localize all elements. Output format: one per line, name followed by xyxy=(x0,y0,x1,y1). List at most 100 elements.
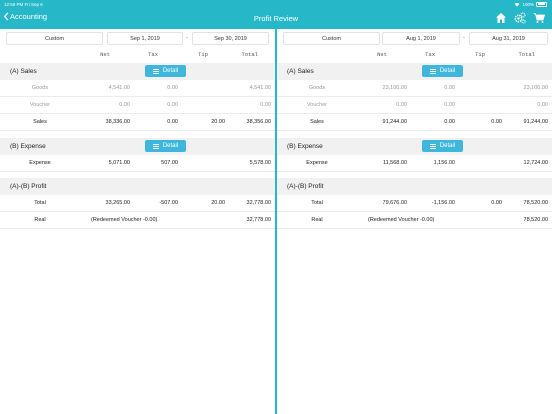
voucher-label: Voucher xyxy=(29,102,51,108)
goods-row: Goods 4,541.00 0.00 4,541.00 xyxy=(0,80,275,97)
total-label: Total xyxy=(34,200,46,206)
header-net: Net xyxy=(377,51,387,58)
real-row: Real (Redeemed Voucher -0.00) 78,520.00 xyxy=(277,212,552,229)
goods-label: Goods xyxy=(31,85,49,91)
detail-label: Detail xyxy=(439,68,456,74)
header-tip: Tip xyxy=(475,51,485,58)
expense-section-label: (B) Expense xyxy=(10,143,46,150)
sales-label: Sales xyxy=(310,119,324,125)
voucher-label: Voucher xyxy=(306,102,328,108)
list-icon xyxy=(429,68,436,74)
real-label: Real xyxy=(34,217,46,223)
list-icon xyxy=(152,68,159,74)
left-period-panel: Custom Sep 1, 2019 - Sep 30, 2019 Net Ta… xyxy=(0,29,275,414)
sales-section-label: (A) Sales xyxy=(287,68,314,75)
header-net: Net xyxy=(100,51,110,58)
redeemed-voucher-note: (Redeemed Voucher -0.00) xyxy=(368,217,435,223)
goods-total: 4,541.00 xyxy=(249,85,271,91)
voucher-row: Voucher 0.00 0.00 0.00 xyxy=(277,97,552,114)
real-label: Real xyxy=(311,217,323,223)
real-total: 32,778.00 xyxy=(246,217,271,223)
cart-icon xyxy=(533,13,546,23)
top-navigation-bar: 12:59 PM Fri Sep 6 100% Accounting Profi… xyxy=(0,0,552,29)
sales-detail-button[interactable]: Detail xyxy=(422,65,463,77)
voucher-tax: 0.00 xyxy=(444,102,455,108)
page-title: Profit Review xyxy=(253,13,299,23)
total-total: 32,778.00 xyxy=(246,200,271,206)
battery-percent: 100% xyxy=(522,1,534,7)
expense-section-header: (B) Expense Detail xyxy=(277,138,552,155)
detail-label: Detail xyxy=(162,143,179,149)
voucher-total: 0.00 xyxy=(537,102,548,108)
start-date-field[interactable]: Aug 1, 2019 xyxy=(382,32,460,45)
end-date-field[interactable]: Sep 30, 2019 xyxy=(192,32,269,45)
redeemed-voucher-note: (Redeemed Voucher -0.00) xyxy=(91,217,158,223)
expense-detail-button[interactable]: Detail xyxy=(422,140,463,152)
home-button[interactable] xyxy=(495,11,507,23)
battery-icon xyxy=(536,1,547,7)
home-icon xyxy=(496,13,506,23)
date-range-row: Custom Aug 1, 2019 - Aug 31, 2019 xyxy=(277,32,552,46)
profit-section-label: (A)-(B) Profit xyxy=(10,183,47,190)
header-tax: Tax xyxy=(148,51,158,58)
header-tip: Tip xyxy=(198,51,208,58)
gears-icon xyxy=(514,12,526,24)
list-icon xyxy=(152,143,159,149)
wifi-icon xyxy=(515,2,520,7)
goods-tax: 0.00 xyxy=(167,85,178,91)
profit-section-header: (A)-(B) Profit xyxy=(0,178,275,195)
goods-row: Goods 23,100.00 0.00 23,100.00 xyxy=(277,80,552,97)
expense-row: Expense 11,568.00 1,156.00 12,724.00 xyxy=(277,155,552,172)
status-time: 12:59 PM Fri Sep 6 xyxy=(4,2,43,7)
column-headers: Net Tax Tip Total xyxy=(0,51,275,61)
expense-tax: 507.00 xyxy=(161,160,178,166)
expense-section-header: (B) Expense Detail xyxy=(0,138,275,155)
date-range-row: Custom Sep 1, 2019 - Sep 30, 2019 xyxy=(0,32,275,46)
sales-total: 91,244.00 xyxy=(523,119,548,125)
sales-section-label: (A) Sales xyxy=(10,68,37,75)
range-mode-select[interactable]: Custom xyxy=(283,32,380,45)
profit-section-header: (A)-(B) Profit xyxy=(277,178,552,195)
expense-row: Expense 5,071.00 507.00 5,578.00 xyxy=(0,155,275,172)
range-mode-select[interactable]: Custom xyxy=(6,32,103,45)
expense-tax: 1,156.00 xyxy=(433,160,455,166)
goods-tax: 0.00 xyxy=(444,85,455,91)
goods-total: 23,100.00 xyxy=(523,85,548,91)
expense-total: 5,578.00 xyxy=(249,160,271,166)
right-period-panel: Custom Aug 1, 2019 - Aug 31, 2019 Net Ta… xyxy=(277,29,552,414)
voucher-row: Voucher 0.00 0.00 0.00 xyxy=(0,97,275,114)
settings-button[interactable] xyxy=(514,11,526,24)
detail-label: Detail xyxy=(439,143,456,149)
real-row: Real (Redeemed Voucher -0.00) 32,778.00 xyxy=(0,212,275,229)
sales-detail-button[interactable]: Detail xyxy=(145,65,186,77)
status-right: 100% xyxy=(514,1,547,7)
profit-section-label: (A)-(B) Profit xyxy=(287,183,324,190)
status-bar: 12:59 PM Fri Sep 6 100% xyxy=(0,0,552,9)
date-separator: - xyxy=(186,35,188,41)
goods-label: Goods xyxy=(308,85,326,91)
end-date-field[interactable]: Aug 31, 2019 xyxy=(469,32,548,45)
sales-row: Sales 38,336.00 0.00 20.00 38,356.00 xyxy=(0,114,275,131)
sales-section-header: (A) Sales Detail xyxy=(277,63,552,80)
start-date-field[interactable]: Sep 1, 2019 xyxy=(107,32,183,45)
expense-detail-button[interactable]: Detail xyxy=(145,140,186,152)
list-icon xyxy=(429,143,436,149)
detail-label: Detail xyxy=(162,68,179,74)
sales-total: 38,356.00 xyxy=(246,119,271,125)
date-separator: - xyxy=(463,35,465,41)
total-row: Total 79,676.00 -1,156.00 0.00 78,520.00 xyxy=(277,195,552,212)
column-headers: Net Tax Tip Total xyxy=(277,51,552,61)
expense-section-label: (B) Expense xyxy=(287,143,323,150)
total-total: 78,520.00 xyxy=(523,200,548,206)
voucher-tax: 0.00 xyxy=(167,102,178,108)
real-total: 78,520.00 xyxy=(523,217,548,223)
header-total: Total xyxy=(518,51,535,58)
total-row: Total 33,265.00 -507.00 20.00 32,778.00 xyxy=(0,195,275,212)
cart-button[interactable] xyxy=(533,11,546,23)
header-total: Total xyxy=(241,51,258,58)
voucher-total: 0.00 xyxy=(260,102,271,108)
sales-label: Sales xyxy=(33,119,47,125)
expense-total: 12,724.00 xyxy=(523,160,548,166)
sales-section-header: (A) Sales Detail xyxy=(0,63,275,80)
expense-label: Expense xyxy=(29,160,51,166)
